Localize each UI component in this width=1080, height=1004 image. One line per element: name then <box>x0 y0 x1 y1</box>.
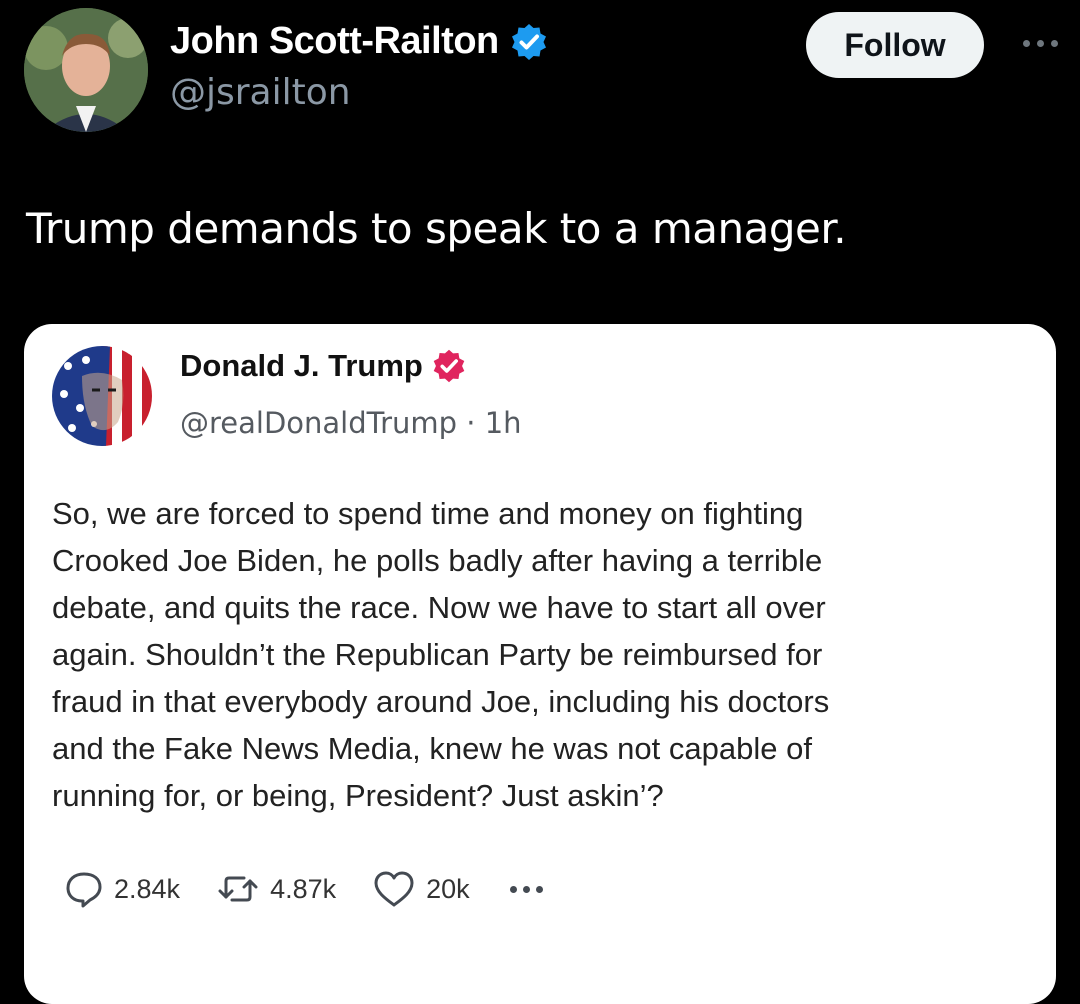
verified-badge-icon <box>509 22 549 62</box>
repost-button[interactable]: 4.87k <box>216 869 336 909</box>
reply-button[interactable]: 2.84k <box>64 869 180 909</box>
body-line: Crooked Joe Biden, he polls badly after … <box>52 543 823 578</box>
body-line: fraud in that everybody around Joe, incl… <box>52 684 830 719</box>
quoted-post-card[interactable]: Donald J. Trump @realDonaldTrump · 1h So… <box>24 324 1056 1004</box>
like-button[interactable]: 20k <box>372 869 470 909</box>
reply-bubble-icon <box>64 869 104 909</box>
quoted-post-body: So, we are forced to spend time and mone… <box>52 490 1042 819</box>
quoted-author-avatar[interactable] <box>52 346 152 446</box>
separator: · <box>466 406 476 440</box>
quoted-author-handle[interactable]: @realDonaldTrump <box>180 406 457 440</box>
author-name-row: John Scott-Railton <box>170 20 549 63</box>
more-dots-icon[interactable] <box>509 885 543 893</box>
quoted-handle-row: @realDonaldTrump · 1h <box>180 406 522 440</box>
body-line: debate, and quits the race. Now we have … <box>52 590 826 625</box>
body-line: running for, or being, President? Just a… <box>52 778 664 813</box>
author-handle[interactable]: @jsrailton <box>170 72 351 113</box>
quoted-author-name[interactable]: Donald J. Trump <box>180 348 423 384</box>
author-avatar[interactable] <box>24 8 148 132</box>
follow-button[interactable]: Follow <box>806 12 984 78</box>
body-line: and the Fake News Media, knew he was not… <box>52 731 812 766</box>
more-dots-icon[interactable] <box>1010 28 1070 58</box>
body-line: So, we are forced to spend time and mone… <box>52 496 804 531</box>
like-count: 20k <box>426 873 470 904</box>
heart-icon <box>372 869 416 909</box>
tweet-header: John Scott-Railton @jsrailton Follow <box>0 0 1080 150</box>
author-name[interactable]: John Scott-Railton <box>170 20 499 63</box>
tweet-text: Trump demands to speak to a manager. <box>26 204 847 253</box>
repost-count: 4.87k <box>270 873 337 904</box>
reply-count: 2.84k <box>114 873 181 904</box>
verified-badge-icon <box>431 348 467 384</box>
action-bar: 2.84k 4.87k 20k <box>64 864 543 914</box>
body-line: again. Shouldn’t the Republican Party be… <box>52 637 823 672</box>
post-time[interactable]: 1h <box>485 406 522 440</box>
repost-arrows-icon <box>216 869 260 909</box>
quoted-author-name-row: Donald J. Trump <box>180 348 467 384</box>
